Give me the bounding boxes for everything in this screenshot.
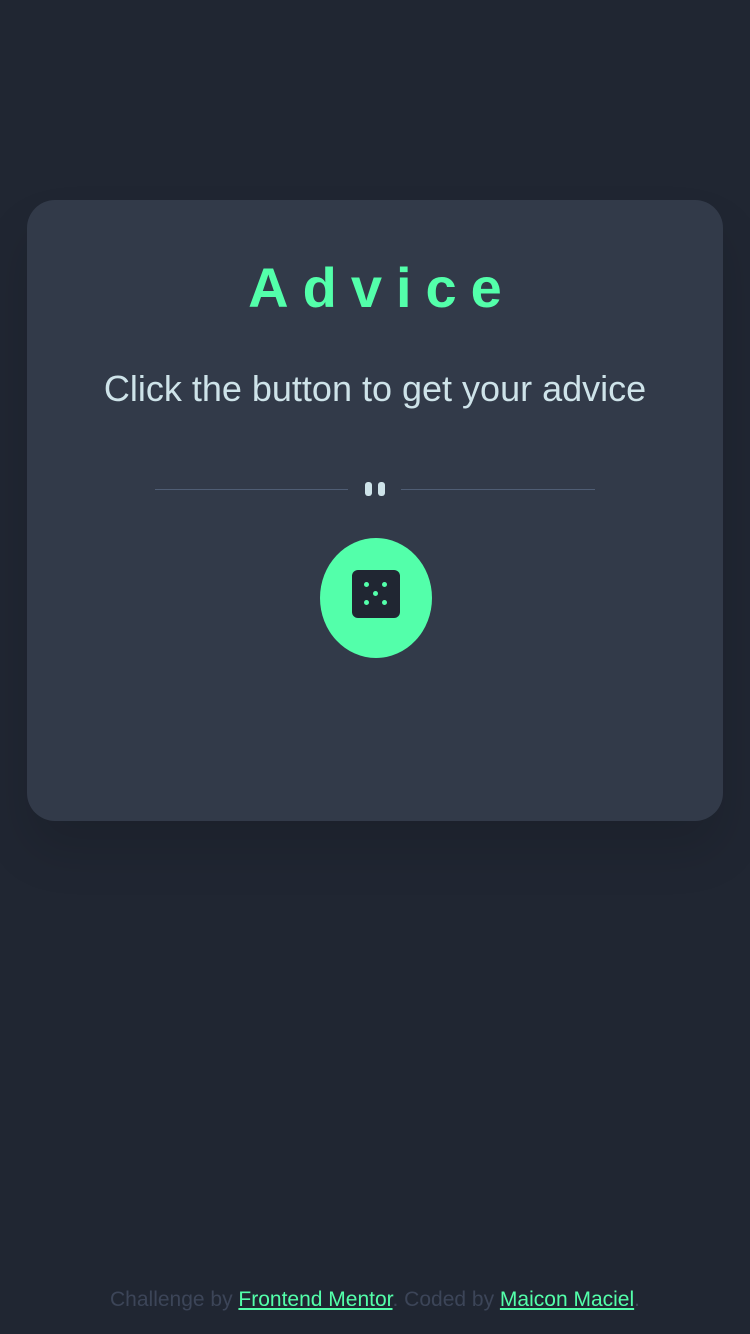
divider-line-left xyxy=(155,489,348,490)
dice-icon xyxy=(352,570,400,618)
frontend-mentor-link[interactable]: Frontend Mentor xyxy=(238,1288,392,1311)
get-advice-button[interactable] xyxy=(320,538,432,658)
divider-line-right xyxy=(401,489,595,490)
footer-text: . Coded by xyxy=(392,1288,500,1311)
pause-icon-bar xyxy=(365,482,372,496)
attribution: Challenge by Frontend Mentor. Coded by M… xyxy=(0,1288,750,1312)
footer-text: . xyxy=(634,1288,640,1311)
card-title: Advice xyxy=(248,256,516,319)
advice-text: Click the button to get your advice xyxy=(103,368,647,409)
footer-text: Challenge by xyxy=(110,1288,239,1311)
author-link[interactable]: Maicon Maciel xyxy=(500,1288,634,1311)
pause-icon-bar xyxy=(378,482,385,496)
